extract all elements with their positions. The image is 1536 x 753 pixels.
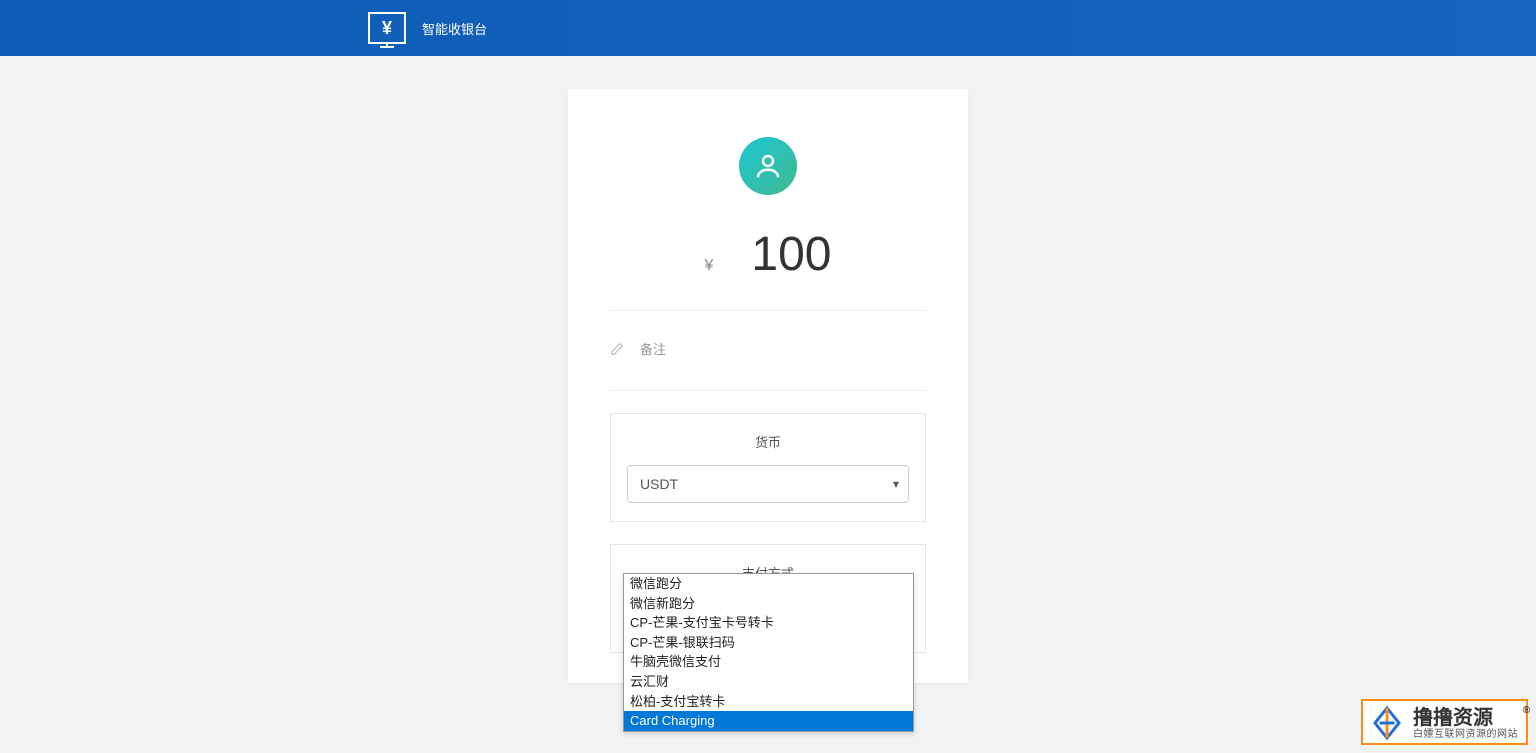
logo-yuan-symbol: ¥: [382, 18, 392, 39]
watermark-main: 撸撸资源®: [1413, 707, 1518, 729]
currency-symbol: ¥: [705, 257, 714, 275]
app-header: ¥ 智能收银台: [0, 0, 1536, 56]
currency-select[interactable]: USDT: [627, 465, 909, 503]
payment-option[interactable]: CP-芒果-支付宝卡号转卡: [624, 613, 913, 633]
pencil-icon: [610, 342, 624, 356]
payment-option[interactable]: CP-芒果-银联扫码: [624, 633, 913, 653]
remark-label: 备注: [640, 339, 666, 358]
watermark-sub: 白嫖互联网资源的网站: [1413, 729, 1518, 740]
currency-section: 货币 USDT: [610, 413, 926, 522]
payment-option-selected[interactable]: Card Charging: [624, 711, 913, 731]
payment-dropdown-list: 微信跑分 微信新跑分 CP-芒果-支付宝卡号转卡 CP-芒果-银联扫码 牛脑壳微…: [623, 573, 914, 732]
watermark-text: 撸撸资源® 白嫖互联网资源的网站: [1413, 707, 1518, 740]
user-icon: [753, 151, 783, 181]
remark-row[interactable]: 备注: [610, 311, 926, 391]
currency-label: 货币: [627, 432, 909, 451]
payment-option[interactable]: 云汇财: [624, 672, 913, 692]
merchant-avatar: [739, 137, 797, 195]
amount-row: ¥ 100: [610, 227, 926, 311]
logo-monitor-icon: ¥: [368, 12, 406, 44]
watermark-logo-icon: [1367, 705, 1407, 741]
payment-option[interactable]: 微信新跑分: [624, 594, 913, 614]
payment-option[interactable]: 松柏-支付宝转卡: [624, 692, 913, 712]
payment-option[interactable]: 微信跑分: [624, 574, 913, 594]
amount-value: 100: [751, 227, 831, 282]
watermark-badge: 撸撸资源® 白嫖互联网资源的网站: [1361, 699, 1528, 745]
header-title: 智能收银台: [422, 19, 487, 38]
currency-select-wrap: USDT: [627, 465, 909, 503]
payment-option[interactable]: 牛脑壳微信支付: [624, 652, 913, 672]
